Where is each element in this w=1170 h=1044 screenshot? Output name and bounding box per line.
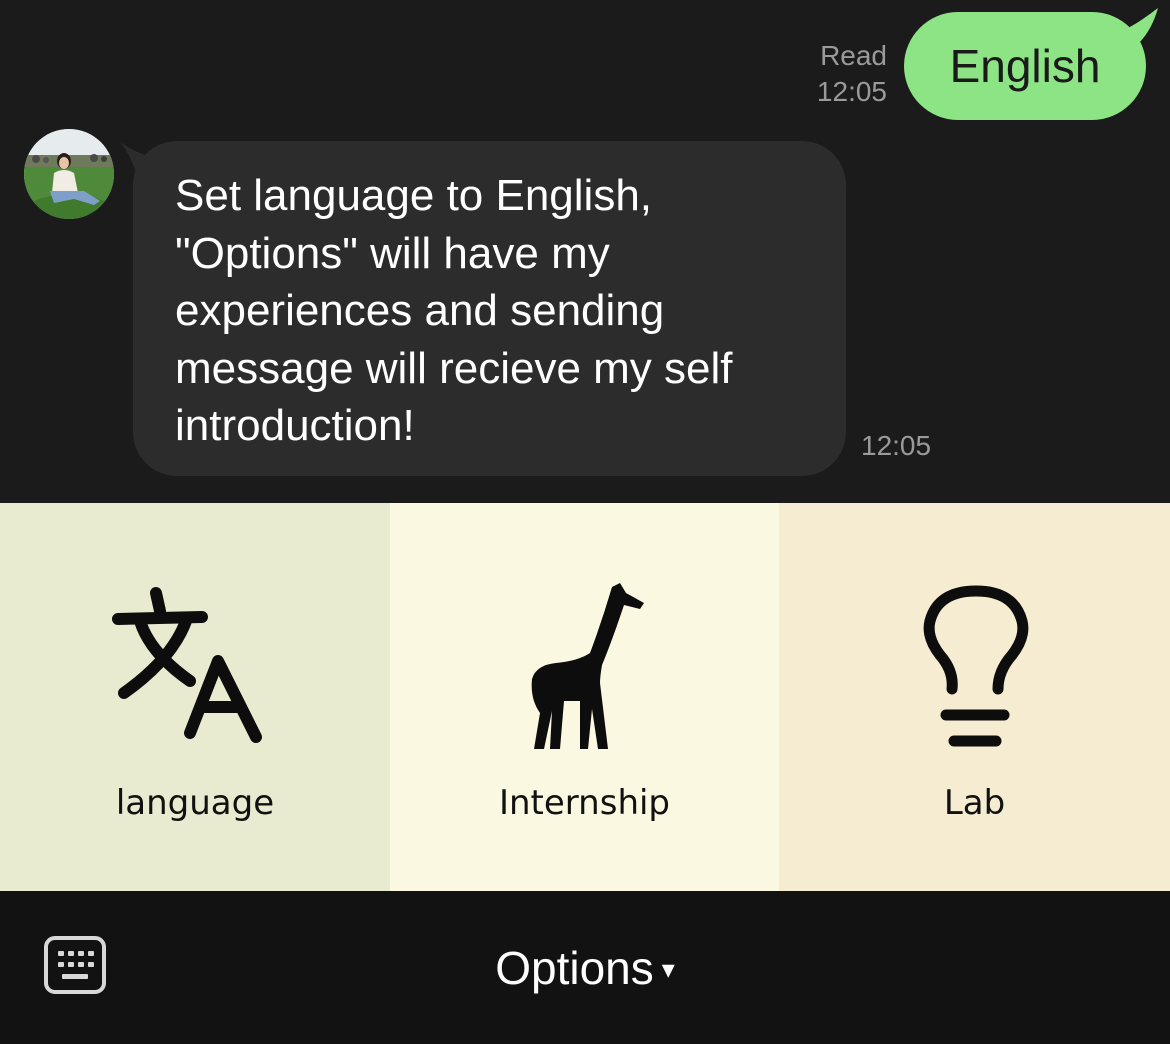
incoming-message-time: 12:05 [861,430,932,461]
translate-icon [112,587,262,743]
rich-menu: language Internship Lab [0,503,1170,891]
menu-item-label: Lab [943,783,1006,823]
incoming-message-text: Set language to English, "Options" will … [175,171,733,450]
lightbulb-icon [923,585,1028,747]
read-status: Read [820,40,887,71]
outgoing-message-time: 12:05 [816,76,887,107]
menu-item-label: language [115,783,275,823]
outgoing-message-bubble[interactable]: English [904,12,1146,120]
menu-item-internship[interactable]: Internship [390,503,779,891]
avatar[interactable] [24,129,114,219]
bottom-bar: Options ▾ [0,891,1170,1044]
options-label: Options [495,942,654,994]
menu-item-lab[interactable]: Lab [779,503,1170,891]
options-menu-toggle[interactable]: Options ▾ [0,937,1170,1000]
outgoing-message-meta: Read 12:05 [817,38,887,110]
menu-item-language[interactable]: language [0,503,390,891]
avatar-photo [24,129,114,219]
chevron-down-icon: ▾ [661,954,675,984]
giraffe-icon [531,583,644,749]
chat-area: Read 12:05 English Set language to Engli… [0,0,1170,503]
menu-item-label: Internship [498,783,671,823]
